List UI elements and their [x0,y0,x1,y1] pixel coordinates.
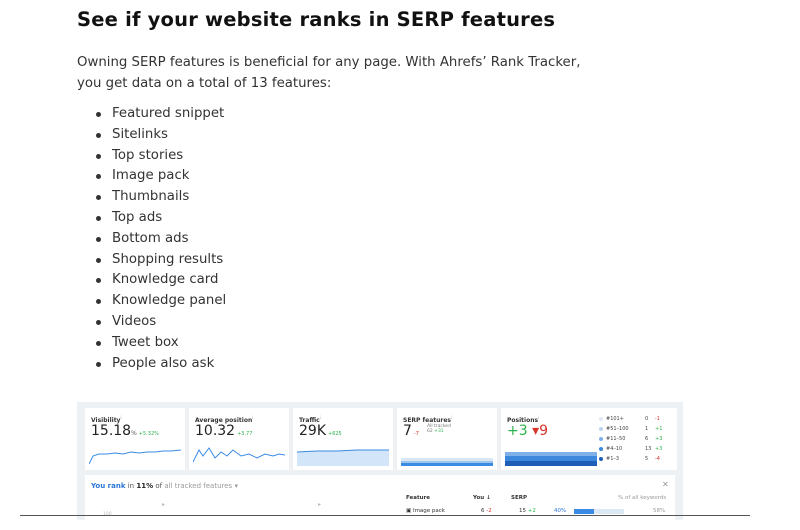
intro-paragraph: Owning SERP features is beneficial for a… [77,55,581,91]
play-icon: ▸ [162,501,166,508]
legend-range: #101+ [606,416,624,422]
legend-dot [599,417,603,421]
serp-features-bar-chart [401,458,493,466]
average-position-sparkline [193,447,285,463]
feature-list-item: Knowledge card [94,270,226,291]
rank-summary: You rank in 11% of all tracked features … [91,482,238,490]
visibility-card: Visibilityi 15.18% +5.32% [85,408,185,470]
serp-column-header[interactable]: SERP [511,495,527,501]
legend-dot [599,447,603,451]
info-icon: i [252,415,254,420]
section-heading: See if your website ranks in SERP featur… [77,8,556,31]
legend-count: 5 [645,456,649,462]
feature-list-item: Bottom ads [94,229,226,250]
rank-tracker-screenshot: Visibilityi 15.18% +5.32% Average positio… [77,402,683,520]
legend-dot [599,437,603,441]
legend-change: -4 [655,456,660,462]
feature-list-item: Featured snippet [94,104,226,125]
percent-column-header[interactable]: % of all keywords [618,495,666,501]
legend-range: #1–3 [606,456,620,462]
legend-item: #11–50 6 +3 [599,434,676,444]
info-icon: i [120,415,122,420]
legend-range: #51–100 [606,426,629,432]
right-percent-value: 58% [653,508,666,514]
legend-change: +3 [655,446,663,452]
serp-features-value: 7 -7 [403,423,419,439]
feature-scope-dropdown[interactable]: all tracked features ▾ [164,482,238,490]
legend-range: #4–10 [606,446,623,452]
close-icon[interactable]: ✕ [662,480,669,489]
legend-change: +3 [655,436,663,442]
you-column-header[interactable]: You ↓ [473,495,491,501]
legend-count: 0 [645,416,649,422]
legend-count: 1 [645,426,649,432]
feature-column-header[interactable]: Feature [406,495,430,501]
legend-item: #51–100 1 +1 [599,424,676,434]
average-position-card: Average positioni 10.32 +3.77 [189,408,289,470]
visibility-sparkline [89,449,181,465]
feature-list-item: Top stories [94,146,226,167]
positions-card: Positionsi +3 ▾9 #101+ 0 -1 #51–100 1 +1 #11–5… [501,408,677,470]
feature-list-item: Knowledge panel [94,291,226,312]
image-icon: ▣ [406,508,412,514]
traffic-card: Traffici 29K +625 [293,408,393,470]
serp-value: 15 +2 [519,508,536,514]
feature-list-item: Shopping results [94,250,226,271]
average-position-value: 10.32 +3.77 [195,423,253,439]
legend-item: #1–3 5 -4 [599,454,676,464]
info-icon: i [538,415,540,420]
positions-change: +3 ▾9 [507,423,549,439]
traffic-area-chart [297,449,389,466]
feature-list-item: People also ask [94,354,226,375]
serp-rank-panel: You rank in 11% of all tracked features … [85,475,675,520]
legend-range: #11–50 [606,436,626,442]
feature-list-item: Top ads [94,208,226,229]
visibility-value: 15.18% +5.32% [91,423,159,439]
info-icon: i [451,415,453,420]
traffic-value: 29K +625 [299,423,342,439]
feature-list-item: Videos [94,312,226,333]
table-row-feature[interactable]: ▣ Image pack [406,508,445,514]
legend-change: +1 [655,426,663,432]
feature-list-item: Image pack [94,166,226,187]
serp-features-card: SERP featuresi 7 -7 All tracked 62 +31 [397,408,497,470]
feature-list-item: Thumbnails [94,187,226,208]
positions-legend: #101+ 0 -1 #51–100 1 +1 #11–50 6 +3 #4–10 13 +3 #1–3… [599,414,676,464]
legend-count: 13 [645,446,652,452]
legend-dot [599,427,603,431]
feature-list-item: Sitelinks [94,125,226,146]
legend-dot [599,457,603,461]
percent-bar [574,509,624,514]
legend-change: -1 [655,416,660,422]
legend-count: 6 [645,436,649,442]
play-icon: ▸ [318,501,322,508]
percent-value: 40% [554,508,567,514]
all-tracked-readout: All tracked 62 +31 [427,424,451,434]
feature-list-item: Tweet box [94,333,226,354]
legend-item: #4–10 13 +3 [599,444,676,454]
bottom-divider [20,515,750,516]
you-value: 6 -2 [481,508,492,514]
serp-features-list: Featured snippet Sitelinks Top stories Imag… [94,104,226,374]
info-icon: i [319,415,321,420]
chevron-down-icon: ▾ [234,482,238,490]
positions-stacked-chart [505,452,597,466]
legend-item: #101+ 0 -1 [599,414,676,424]
